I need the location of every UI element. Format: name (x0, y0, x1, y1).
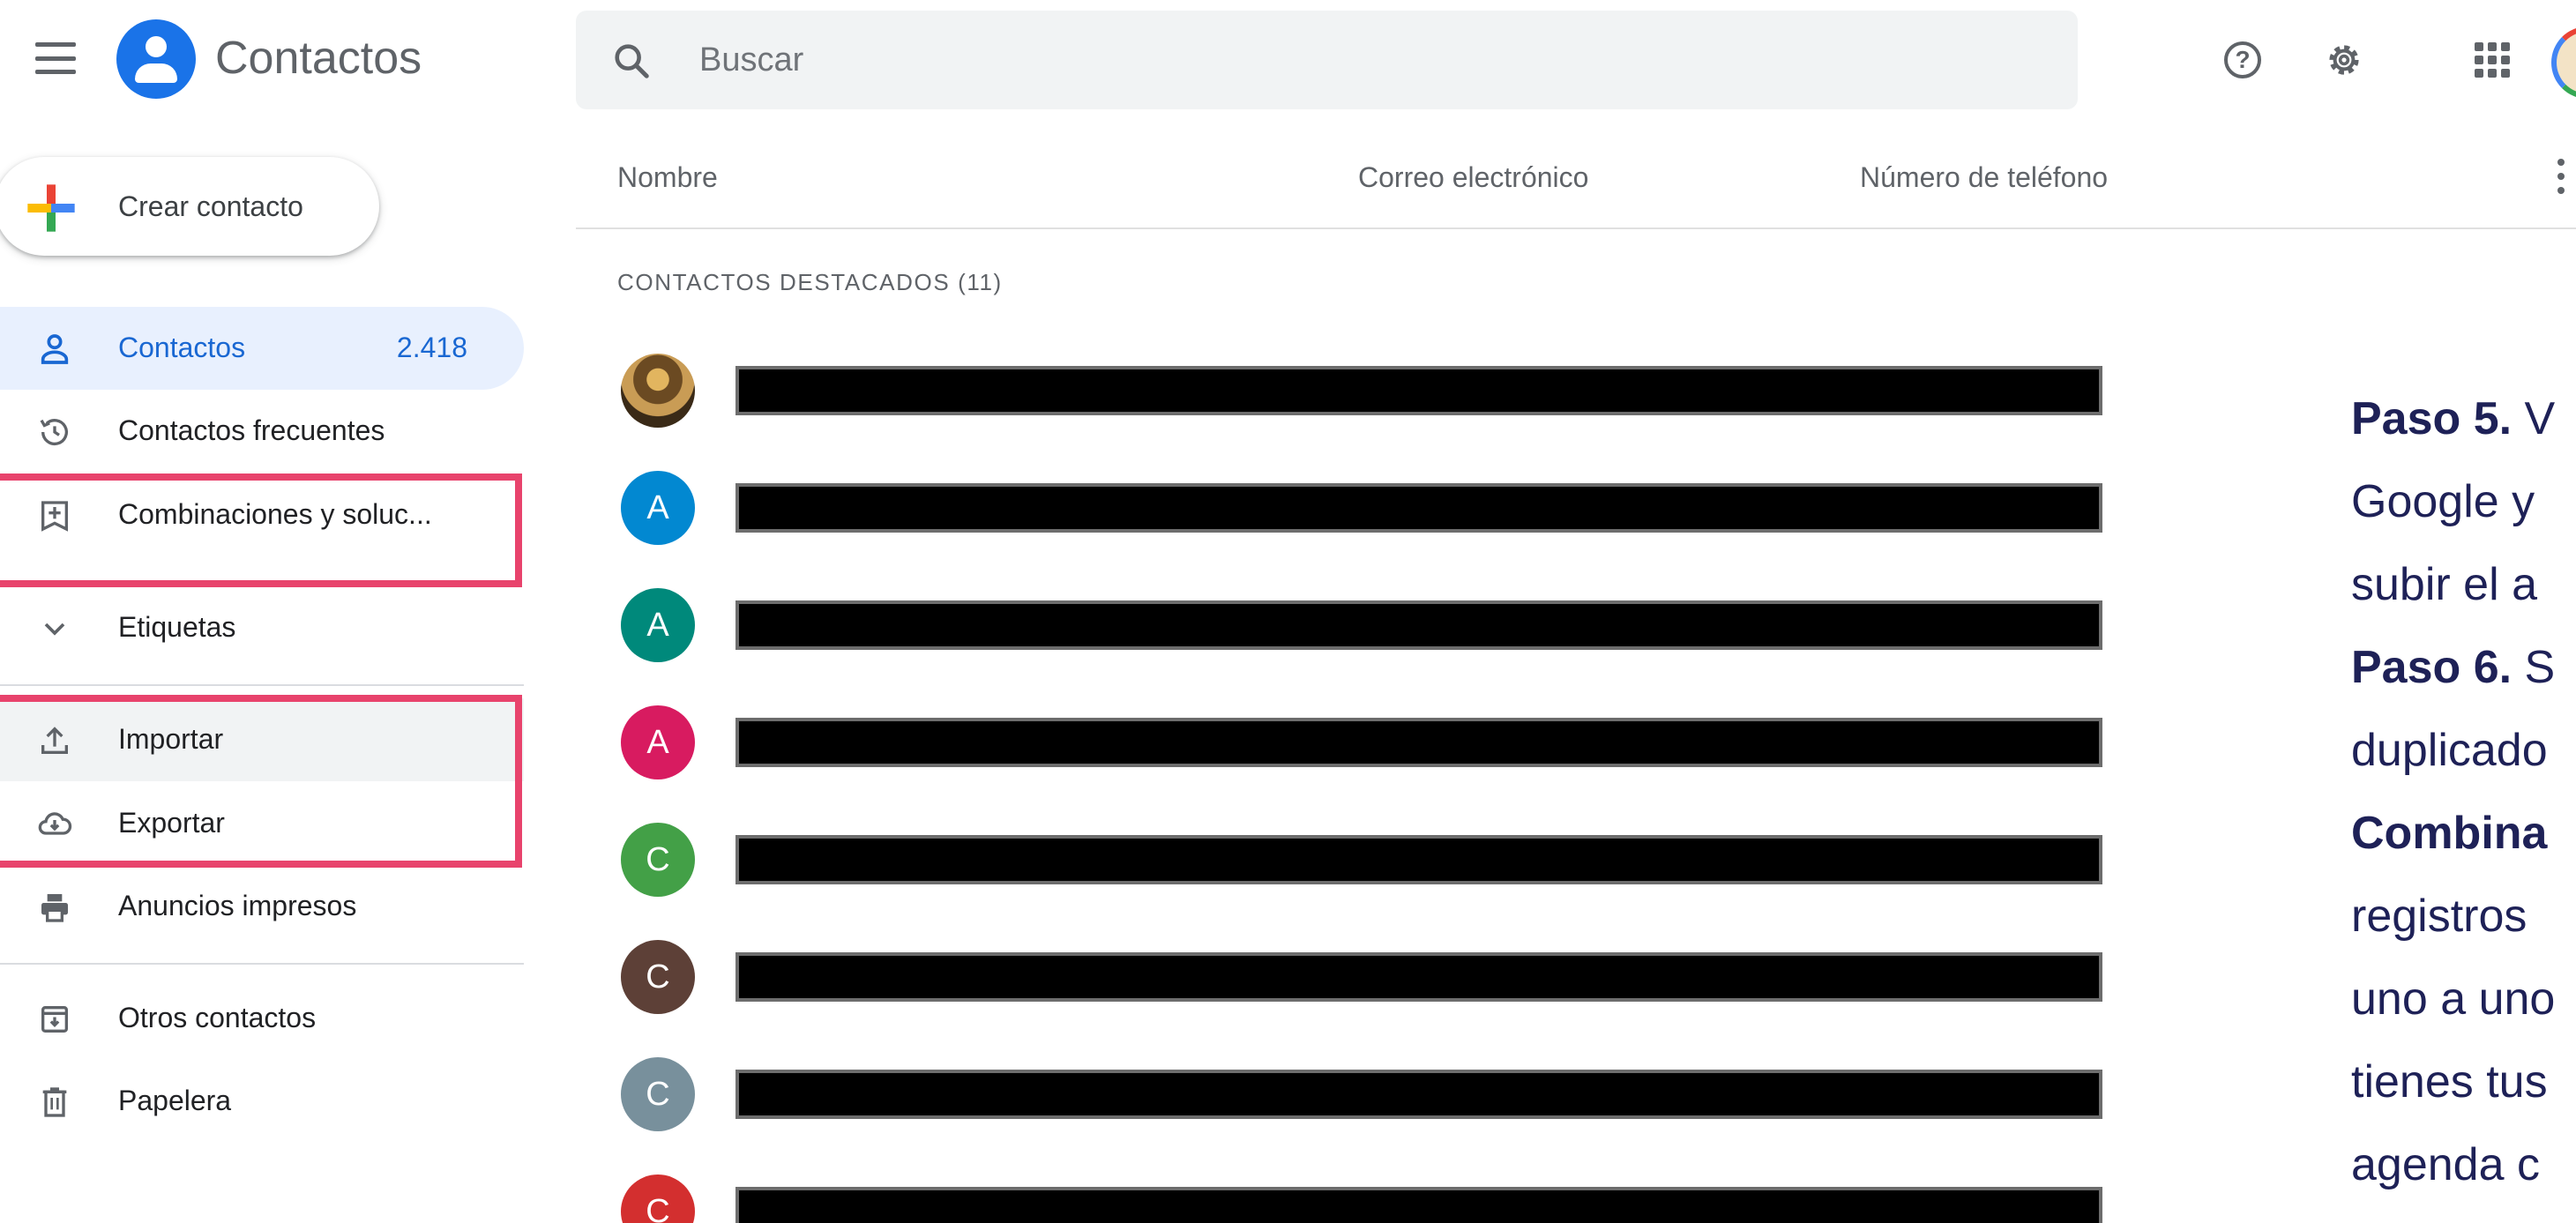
sidebar-item-labels[interactable]: Etiquetas (0, 586, 524, 669)
create-contact-label: Crear contacto (118, 190, 303, 222)
printer-icon (41, 894, 68, 922)
account-avatar[interactable] (2551, 26, 2576, 99)
panel-line-text: tienes tus (2351, 1056, 2548, 1107)
sidebar-item-label: Etiquetas (118, 611, 236, 643)
panel-line-text: subir el a (2351, 559, 2537, 610)
sidebar-item-label: Contactos frecuentes (118, 414, 385, 446)
redacted-contact-details (735, 366, 2102, 415)
contacts-logo-icon[interactable] (116, 19, 196, 99)
panel-line-text: agenda c (2351, 1139, 2540, 1190)
person-icon (41, 334, 69, 364)
panel-line: subir el a (2351, 543, 2576, 626)
help-icon[interactable]: ? (2224, 41, 2261, 78)
tutorial-text-panel: Paso 5. V Google y subir el a Paso 6. Sdupl… (2351, 377, 2576, 1206)
panel-line: Combina (2351, 792, 2576, 875)
sidebar-item-frequent[interactable]: Contactos frecuentes (0, 390, 524, 473)
trash-icon (42, 1087, 67, 1117)
panel-line-bold: Paso 5. (2351, 393, 2513, 444)
redacted-contact-details (735, 600, 2102, 650)
panel-line-text: registros (2351, 891, 2527, 942)
table-row[interactable] (617, 347, 2117, 435)
panel-line-text: S (2512, 642, 2556, 693)
sidebar-item-label: Papelera (118, 1085, 232, 1116)
table-row[interactable]: C (617, 816, 2117, 904)
redacted-contact-details (735, 952, 2102, 1002)
contact-avatar[interactable]: C (621, 1057, 695, 1131)
panel-line: duplicado (2351, 709, 2576, 792)
history-icon (40, 419, 68, 446)
panel-line: Paso 5. V (2351, 377, 2576, 460)
table-row[interactable]: A (617, 464, 2117, 552)
contact-avatar[interactable]: A (621, 705, 695, 779)
panel-line-text: V (2512, 393, 2556, 444)
sidebar-item-print[interactable]: Anuncios impresos (0, 865, 524, 948)
column-header-email[interactable]: Correo electrónico (1358, 161, 1588, 194)
panel-line-text: uno a uno (2351, 973, 2556, 1025)
archive-icon (41, 1006, 68, 1033)
contacts-count: 2.418 (396, 332, 467, 363)
sidebar-item-trash[interactable]: Papelera (0, 1060, 524, 1143)
panel-line-text: Google y (2351, 476, 2535, 527)
contact-avatar[interactable]: A (621, 588, 695, 662)
contact-avatar[interactable]: C (621, 823, 695, 897)
sidebar-item-other-contacts[interactable]: Otros contactos (0, 977, 524, 1060)
sidebar-item-label: Anuncios impresos (118, 890, 357, 921)
table-row[interactable]: A (617, 581, 2117, 669)
create-contact-button[interactable]: Crear contacto (0, 157, 379, 256)
search-input[interactable] (699, 37, 1934, 83)
table-row[interactable]: C (617, 1167, 2117, 1223)
plus-icon (27, 184, 75, 232)
redacted-contact-details (735, 1070, 2102, 1119)
menu-icon[interactable] (35, 42, 76, 74)
panel-line-bold: Combina (2351, 808, 2548, 859)
more-options-icon[interactable] (2557, 159, 2566, 194)
sidebar-divider (0, 684, 524, 686)
gear-icon[interactable] (2323, 39, 2365, 81)
sidebar-item-contacts[interactable]: Contactos 2.418 (0, 307, 524, 390)
redacted-contact-details (735, 718, 2102, 767)
search-icon[interactable] (611, 41, 652, 81)
table-row[interactable]: A (617, 698, 2117, 787)
sidebar-divider (0, 963, 524, 965)
table-header-divider (576, 227, 2576, 229)
sidebar-item-label: Otros contactos (118, 1002, 317, 1033)
contact-avatar[interactable]: C (621, 1175, 695, 1223)
table-row[interactable]: C (617, 933, 2117, 1021)
panel-line: Google y (2351, 460, 2576, 543)
redacted-contact-details (735, 835, 2102, 884)
sidebar-item-label: Contactos (118, 332, 246, 363)
contact-avatar[interactable] (621, 354, 695, 428)
search-bar[interactable] (576, 11, 2078, 109)
highlight-merge-box (0, 474, 522, 587)
highlight-import-export-box (0, 695, 522, 868)
column-header-phone[interactable]: Número de teléfono (1860, 161, 2108, 194)
redacted-contact-details (735, 483, 2102, 533)
panel-line-text: duplicado (2351, 725, 2548, 776)
table-row[interactable]: C (617, 1050, 2117, 1138)
panel-line: registros (2351, 875, 2576, 958)
panel-line: uno a uno (2351, 958, 2576, 1040)
redacted-contact-details (735, 1187, 2102, 1223)
apps-grid-icon[interactable] (2475, 42, 2510, 78)
column-header-name[interactable]: Nombre (617, 161, 718, 194)
chevron-down-icon (44, 623, 65, 636)
app-title: Contactos (215, 33, 422, 84)
panel-line: tienes tus (2351, 1040, 2576, 1123)
contact-avatar[interactable]: A (621, 471, 695, 545)
panel-line-bold: Paso 6. (2351, 642, 2513, 693)
panel-line: Paso 6. S (2351, 626, 2576, 709)
contact-avatar[interactable]: C (621, 940, 695, 1014)
panel-line: agenda c (2351, 1123, 2576, 1206)
starred-section-title: CONTACTOS DESTACADOS (11) (617, 269, 1003, 295)
